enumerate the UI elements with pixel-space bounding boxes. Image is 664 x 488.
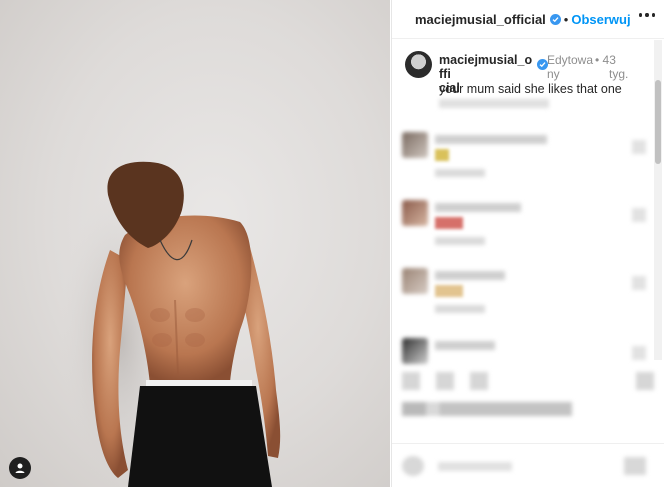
caption-text: your mum said she likes that one — [439, 82, 622, 96]
comment-icon[interactable] — [436, 372, 454, 390]
bookmark-icon[interactable] — [636, 372, 654, 390]
verified-badge-icon — [549, 13, 561, 25]
follow-button[interactable]: Obserwuj — [571, 12, 630, 27]
post-image — [60, 161, 281, 487]
comment-item — [402, 132, 652, 180]
heart-icon[interactable] — [632, 346, 646, 360]
post-photo[interactable] — [0, 0, 390, 487]
comment-meta-blurred — [435, 237, 485, 245]
age-unit: tyg. — [609, 67, 629, 81]
emoji-icon[interactable] — [402, 456, 424, 476]
comments-scrollbar[interactable] — [654, 40, 662, 360]
likes-summary-blurred — [402, 402, 572, 416]
edited-label-part2: ny — [547, 67, 560, 81]
comment-meta-blurred — [435, 169, 485, 177]
emoji-icon — [435, 285, 463, 297]
post-actions — [392, 368, 664, 398]
post-sidebar: maciejmusial_official • Obserwuj maciejm… — [391, 0, 664, 487]
comment-meta-blurred — [435, 305, 485, 313]
heart-icon[interactable] — [632, 276, 646, 290]
caption-translate-blurred — [439, 99, 549, 108]
comment-avatar[interactable] — [402, 338, 428, 364]
emoji-icon — [435, 149, 449, 161]
user-tag-button[interactable] — [9, 457, 31, 479]
caption-username-part1: maciejmusial_offi — [439, 53, 533, 81]
post-age: • 43 tyg. — [595, 53, 639, 81]
comment-item — [402, 268, 652, 316]
post-header: maciejmusial_official • Obserwuj — [392, 0, 664, 39]
comment-text-blurred — [435, 135, 547, 144]
header-username[interactable]: maciejmusial_official — [415, 12, 546, 27]
comment-avatar[interactable] — [402, 200, 428, 226]
emoji-icon — [435, 217, 463, 229]
comment-text-blurred — [435, 341, 495, 350]
comment-input-blurred[interactable] — [438, 462, 512, 471]
avatar[interactable] — [405, 51, 432, 78]
age-separator: • — [595, 53, 600, 67]
heart-icon[interactable] — [402, 372, 420, 390]
scrollbar-thumb[interactable] — [655, 80, 661, 164]
comment-avatar[interactable] — [402, 268, 428, 294]
comment-text-blurred — [435, 203, 521, 212]
edited-label-part1: Edytowa — [547, 53, 594, 67]
age-value: 43 — [602, 53, 616, 67]
comment-item — [402, 200, 652, 248]
header-separator: • — [563, 11, 569, 27]
comment-text-blurred — [435, 271, 505, 280]
heart-icon[interactable] — [632, 140, 646, 154]
heart-icon[interactable] — [632, 208, 646, 222]
post-button-blurred[interactable] — [624, 457, 646, 475]
more-options-icon[interactable] — [639, 13, 655, 19]
comment-avatar[interactable] — [402, 132, 428, 158]
edited-label: Edytowa ny — [547, 53, 595, 81]
user-tag-icon — [15, 463, 25, 473]
share-icon[interactable] — [470, 372, 488, 390]
add-comment-bar — [392, 443, 664, 488]
